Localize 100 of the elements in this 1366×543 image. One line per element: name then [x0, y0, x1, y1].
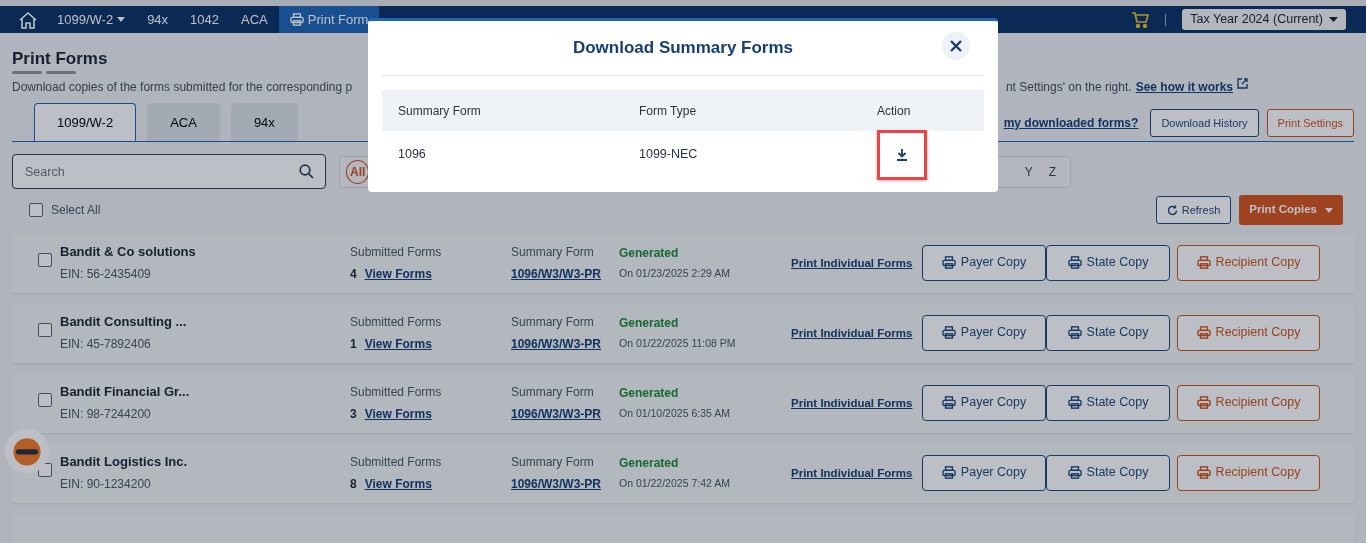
recipient-copy-button[interactable]: Recipient Copy	[1177, 384, 1320, 421]
payer-copy-button[interactable]: Payer Copy	[922, 314, 1046, 351]
status-text: Generated	[619, 384, 680, 402]
printer-icon	[1067, 466, 1082, 480]
state-copy-button[interactable]: State Copy	[1046, 384, 1170, 421]
title-underline	[46, 71, 76, 75]
company-name: Bandit Logistics Inc.	[60, 452, 189, 471]
refresh-icon	[1166, 204, 1178, 216]
printer-icon	[941, 396, 956, 410]
external-link-icon	[1237, 78, 1248, 90]
ein: EIN: 98-7244200	[60, 406, 152, 424]
checkbox[interactable]	[29, 203, 43, 217]
generated-date: On 01/10/2025 6:35 AM	[619, 405, 731, 421]
close-button[interactable]	[942, 32, 970, 60]
nav-item[interactable]: Print Form	[278, 6, 380, 33]
state-copy-button[interactable]: State Copy	[1046, 244, 1170, 281]
letter-filter-item[interactable]: Y	[1016, 162, 1041, 181]
close-icon	[950, 40, 962, 52]
checkbox[interactable]	[38, 253, 52, 268]
summary-form-link[interactable]: 1096/W3/W3-PR	[511, 474, 602, 493]
printer-icon	[1196, 326, 1211, 340]
printer-icon	[941, 466, 956, 480]
printer-icon	[941, 326, 956, 340]
recipient-copy-button[interactable]: Recipient Copy	[1177, 454, 1320, 491]
letter-filter-item[interactable]: Z	[1040, 162, 1064, 181]
home-icon	[18, 10, 38, 29]
submitted-label: Submitted Forms	[350, 243, 443, 261]
summary-label: Summary Form	[511, 313, 595, 331]
nav-item[interactable]: 94x	[136, 6, 180, 33]
view-forms-link[interactable]: View Forms	[364, 264, 432, 283]
view-forms-link[interactable]: View Forms	[364, 334, 432, 353]
summary-label: Summary Form	[511, 243, 595, 261]
caret-icon	[1325, 207, 1333, 213]
recipient-copy-button[interactable]: Recipient Copy	[1177, 314, 1320, 351]
printer-icon	[1196, 466, 1211, 480]
form-count: 3	[350, 405, 357, 423]
table-cell-text: 1096	[398, 146, 426, 164]
generated-date: On 01/23/2025 2:29 AM	[619, 265, 731, 281]
tab[interactable]: 1099/W-2	[34, 102, 137, 142]
printer-icon	[941, 256, 956, 270]
printer-icon	[1196, 256, 1211, 270]
nav-item[interactable]: 1099/W-2	[46, 6, 137, 33]
select-all-label: Select All	[51, 202, 101, 219]
description: nt Settings' on the right.	[1005, 79, 1132, 97]
print-copies-button[interactable]: Print Copies	[1239, 195, 1343, 225]
printer-icon	[1067, 396, 1082, 410]
search-field[interactable]: Search	[12, 154, 326, 190]
downloaded-forms-link[interactable]: my downloaded forms?	[1003, 113, 1139, 132]
ein: EIN: 90-1234200	[60, 476, 152, 494]
submitted-label: Submitted Forms	[350, 383, 443, 401]
view-forms-link[interactable]: View Forms	[364, 474, 432, 493]
payer-copy-button[interactable]: Payer Copy	[922, 384, 1046, 421]
summary-form-link[interactable]: 1096/W3/W3-PR	[511, 264, 602, 283]
download-icon	[896, 148, 908, 161]
status-text: Generated	[619, 454, 680, 472]
page-title: Print Forms	[12, 49, 109, 70]
checkbox[interactable]	[38, 393, 52, 408]
nav-item[interactable]: ACA	[230, 6, 279, 33]
recipient-copy-button[interactable]: Recipient Copy	[1177, 244, 1320, 281]
print-individual-link[interactable]: Print Individual Forms	[791, 326, 913, 339]
printer-icon	[1067, 256, 1082, 270]
tax-year-select[interactable]: Tax Year 2024 (Current)	[1182, 9, 1346, 30]
payer-copy-button[interactable]: Payer Copy	[922, 244, 1046, 281]
nav-item[interactable]: 1042	[179, 6, 231, 33]
cart-icon	[1131, 11, 1150, 28]
description: Download copies of the forms submitted for the corresponding p	[12, 79, 353, 97]
refresh-button[interactable]: Refresh	[1155, 195, 1232, 225]
summary-form-link[interactable]: 1096/W3/W3-PR	[511, 334, 602, 353]
checkbox[interactable]	[38, 323, 52, 338]
view-forms-link[interactable]: View Forms	[364, 404, 432, 423]
form-count: 4	[350, 265, 357, 283]
submitted-label: Submitted Forms	[350, 453, 443, 471]
printer-icon	[289, 13, 304, 26]
print-individual-link[interactable]: Print Individual Forms	[791, 256, 913, 269]
printer-icon	[1067, 326, 1082, 340]
state-copy-button[interactable]: State Copy	[1046, 454, 1170, 491]
state-copy-button[interactable]: State Copy	[1046, 314, 1170, 351]
column-header: Form Type	[639, 102, 697, 120]
tab[interactable]: 94x	[230, 102, 298, 142]
summary-label: Summary Form	[511, 383, 595, 401]
download-button[interactable]	[877, 129, 927, 180]
modal-title: Download Summary Forms	[572, 37, 794, 60]
tab[interactable]: ACA	[147, 102, 220, 142]
download-history-button[interactable]: Download History	[1150, 108, 1259, 138]
column-header: Summary Form	[398, 102, 481, 120]
column-header: Action	[877, 102, 911, 120]
payer-copy-button[interactable]: Payer Copy	[922, 454, 1046, 491]
ein: EIN: 56-2435409	[60, 266, 152, 284]
table-cell-text: 1099-NEC	[639, 146, 698, 164]
printer-icon	[1196, 396, 1211, 410]
status-text: Generated	[619, 244, 680, 262]
print-settings-button[interactable]: Print Settings	[1266, 108, 1354, 138]
search-icon	[299, 164, 314, 180]
ein: EIN: 45-7892406	[60, 336, 152, 354]
company-name: Bandit Financial Gr...	[60, 382, 191, 401]
help-link[interactable]: See how it works	[1135, 78, 1233, 97]
print-individual-link[interactable]: Print Individual Forms	[791, 466, 913, 479]
company-name: Bandit & Co solutions	[60, 242, 197, 261]
print-individual-link[interactable]: Print Individual Forms	[791, 396, 913, 409]
summary-form-link[interactable]: 1096/W3/W3-PR	[511, 404, 602, 423]
